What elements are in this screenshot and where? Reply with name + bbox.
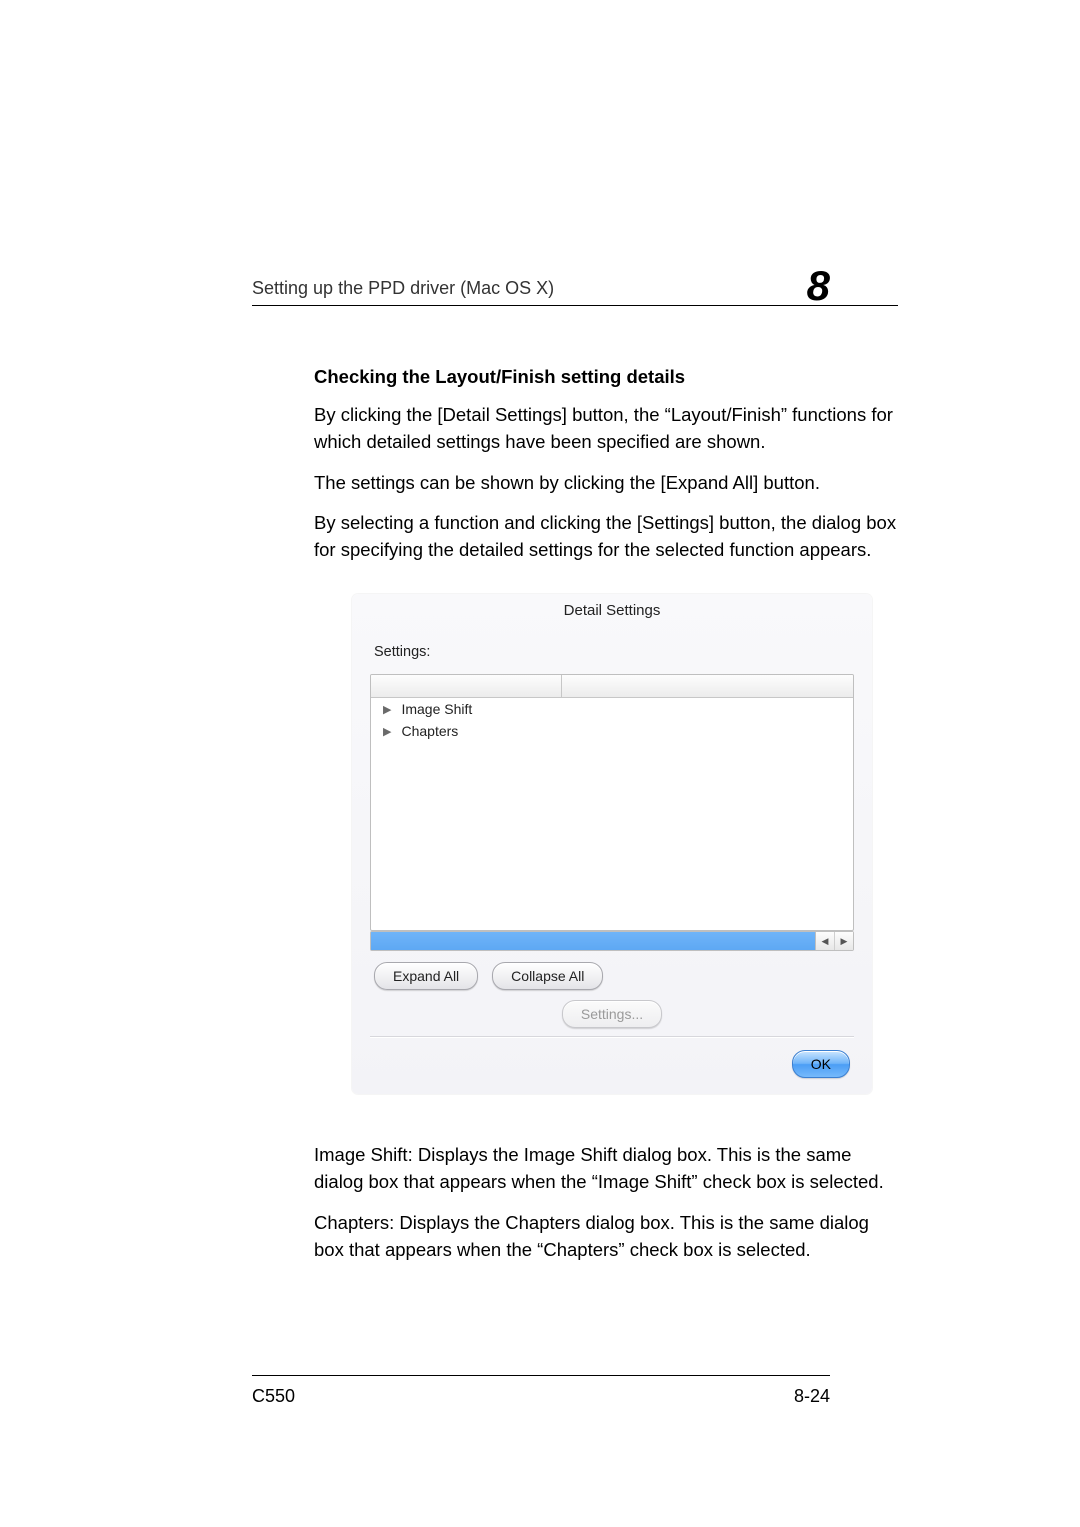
disclosure-triangle-icon[interactable]: ▶ (383, 703, 391, 716)
dialog-separator (370, 1036, 854, 1037)
scroll-left-icon[interactable]: ◀ (816, 932, 834, 950)
section-subheading: Checking the Layout/Finish setting detai… (314, 366, 898, 388)
collapse-all-button[interactable]: Collapse All (492, 962, 603, 990)
paragraph: Image Shift: Displays the Image Shift di… (314, 1142, 898, 1196)
document-page: 8 Setting up the PPD driver (Mac OS X) C… (0, 0, 1080, 1527)
horizontal-scrollbar[interactable]: ◀ ▶ (370, 931, 854, 951)
page-content: Setting up the PPD driver (Mac OS X) Che… (252, 278, 898, 1263)
page-header: Setting up the PPD driver (Mac OS X) (252, 278, 898, 306)
scroll-right-icon[interactable]: ▶ (834, 932, 853, 950)
list-item-label: Image Shift (401, 701, 472, 717)
paragraph: By clicking the [Detail Settings] button… (314, 402, 898, 456)
page-header-title: Setting up the PPD driver (Mac OS X) (252, 278, 554, 298)
page-footer: C550 8-24 (252, 1375, 830, 1407)
dialog-title: Detail Settings (352, 594, 872, 619)
list-item-label: Chapters (401, 723, 458, 739)
settings-button[interactable]: Settings... (562, 1000, 662, 1028)
paragraph: The settings can be shown by clicking th… (314, 470, 898, 497)
footer-model: C550 (252, 1386, 295, 1407)
footer-page-number: 8-24 (794, 1386, 830, 1407)
paragraph: By selecting a function and clicking the… (314, 510, 898, 564)
list-item[interactable]: ▶ Chapters (371, 720, 853, 742)
ok-button[interactable]: OK (792, 1050, 850, 1078)
disclosure-triangle-icon[interactable]: ▶ (383, 725, 391, 738)
expand-all-button[interactable]: Expand All (374, 962, 478, 990)
list-item[interactable]: ▶ Image Shift (371, 698, 853, 720)
settings-list[interactable]: ▶ Image Shift ▶ Chapters (370, 674, 854, 931)
settings-label: Settings: (374, 644, 430, 660)
list-column-header (371, 675, 853, 698)
scrollbar-thumb[interactable] (371, 932, 816, 950)
detail-settings-dialog: Detail Settings Settings: ▶ Image Shift … (352, 594, 872, 1094)
paragraph: Chapters: Displays the Chapters dialog b… (314, 1210, 898, 1264)
